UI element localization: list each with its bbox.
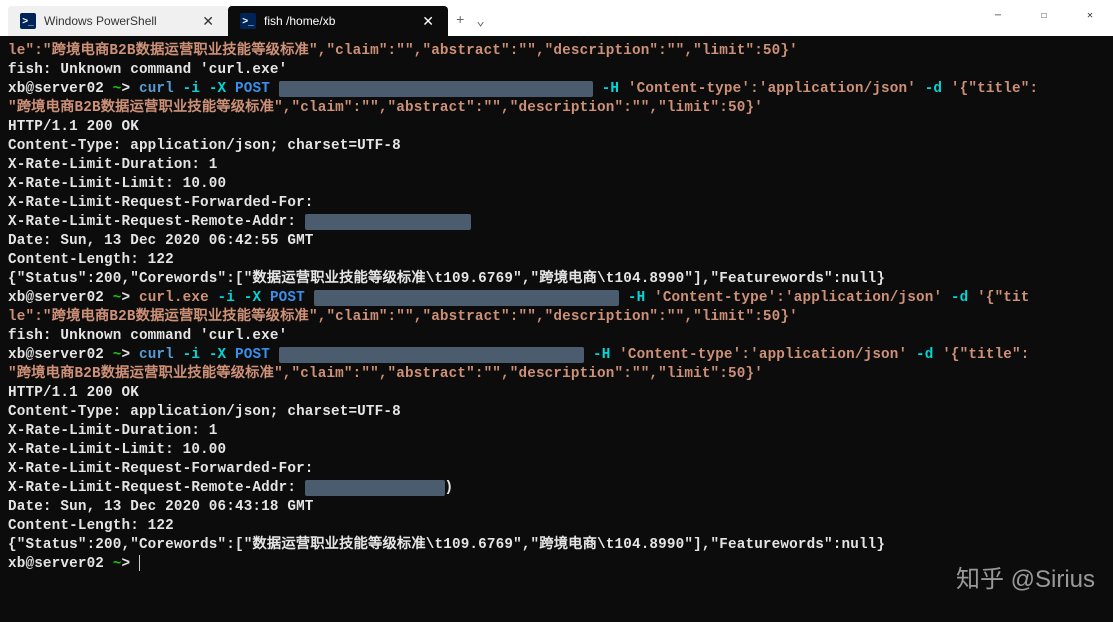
terminal-line: Date: Sun, 13 Dec 2020 06:43:18 GMT <box>8 498 1105 517</box>
terminal-line: le":"跨境电商B2B数据运营职业技能等级标准","claim":"","ab… <box>8 308 1105 327</box>
terminal-line: fish: Unknown command 'curl.exe' <box>8 327 1105 346</box>
terminal-line: X-Rate-Limit-Request-Remote-Addr: ██████… <box>8 479 1105 498</box>
close-icon[interactable]: ✕ <box>200 12 216 30</box>
terminal-line: X-Rate-Limit-Request-Forwarded-For: <box>8 194 1105 213</box>
terminal-line: "跨境电商B2B数据运营职业技能等级标准","claim":"","abstra… <box>8 365 1105 384</box>
tab-strip: >_ Windows PowerShell ✕ >_ fish /home/xb… <box>8 0 493 36</box>
terminal-line: HTTP/1.1 200 OK <box>8 118 1105 137</box>
terminal-line: {"Status":200,"Corewords":["数据运营职业技能等级标准… <box>8 536 1105 555</box>
tab-actions: + ⌄ <box>448 6 493 36</box>
minimize-button[interactable]: ─ <box>975 0 1021 32</box>
new-tab-button[interactable]: + <box>456 13 464 29</box>
terminal-output[interactable]: le":"跨境电商B2B数据运营职业技能等级标准","claim":"","ab… <box>0 36 1113 580</box>
terminal-line: xb@server02 ~> curl -i -X POST ███ ███ █… <box>8 80 1105 99</box>
terminal-line: xb@server02 ~> curl -i -X POST ███ ███ █… <box>8 346 1105 365</box>
powershell-icon: >_ <box>240 13 256 29</box>
close-button[interactable]: ✕ <box>1067 0 1113 32</box>
terminal-line: Content-Type: application/json; charset=… <box>8 403 1105 422</box>
tab-fish[interactable]: >_ fish /home/xb ✕ <box>228 6 448 36</box>
window-controls: ─ ☐ ✕ <box>975 0 1113 32</box>
maximize-button[interactable]: ☐ <box>1021 0 1067 32</box>
terminal-line: X-Rate-Limit-Request-Forwarded-For: <box>8 460 1105 479</box>
terminal-line: X-Rate-Limit-Duration: 1 <box>8 422 1105 441</box>
powershell-icon: >_ <box>20 13 36 29</box>
terminal-line: "跨境电商B2B数据运营职业技能等级标准","claim":"","abstra… <box>8 99 1105 118</box>
terminal-line: X-Rate-Limit-Request-Remote-Addr: ██████… <box>8 213 1105 232</box>
terminal-line: HTTP/1.1 200 OK <box>8 384 1105 403</box>
terminal-line: fish: Unknown command 'curl.exe' <box>8 61 1105 80</box>
terminal-line: Date: Sun, 13 Dec 2020 06:42:55 GMT <box>8 232 1105 251</box>
terminal-line: xb@server02 ~> curl.exe -i -X POST ███ █… <box>8 289 1105 308</box>
tab-dropdown-button[interactable]: ⌄ <box>476 13 484 30</box>
terminal-line: X-Rate-Limit-Duration: 1 <box>8 156 1105 175</box>
terminal-line: Content-Type: application/json; charset=… <box>8 137 1105 156</box>
terminal-line: Content-Length: 122 <box>8 517 1105 536</box>
terminal-line: X-Rate-Limit-Limit: 10.00 <box>8 175 1105 194</box>
tab-label: fish /home/xb <box>264 14 335 28</box>
terminal-line: {"Status":200,"Corewords":["数据运营职业技能等级标准… <box>8 270 1105 289</box>
terminal-line: X-Rate-Limit-Limit: 10.00 <box>8 441 1105 460</box>
title-bar: >_ Windows PowerShell ✕ >_ fish /home/xb… <box>0 0 1113 36</box>
terminal-line: Content-Length: 122 <box>8 251 1105 270</box>
close-icon[interactable]: ✕ <box>420 12 436 30</box>
terminal-line: le":"跨境电商B2B数据运营职业技能等级标准","claim":"","ab… <box>8 42 1105 61</box>
terminal-line: xb@server02 ~> <box>8 555 1105 574</box>
tab-label: Windows PowerShell <box>44 14 157 28</box>
tab-powershell[interactable]: >_ Windows PowerShell ✕ <box>8 6 228 36</box>
